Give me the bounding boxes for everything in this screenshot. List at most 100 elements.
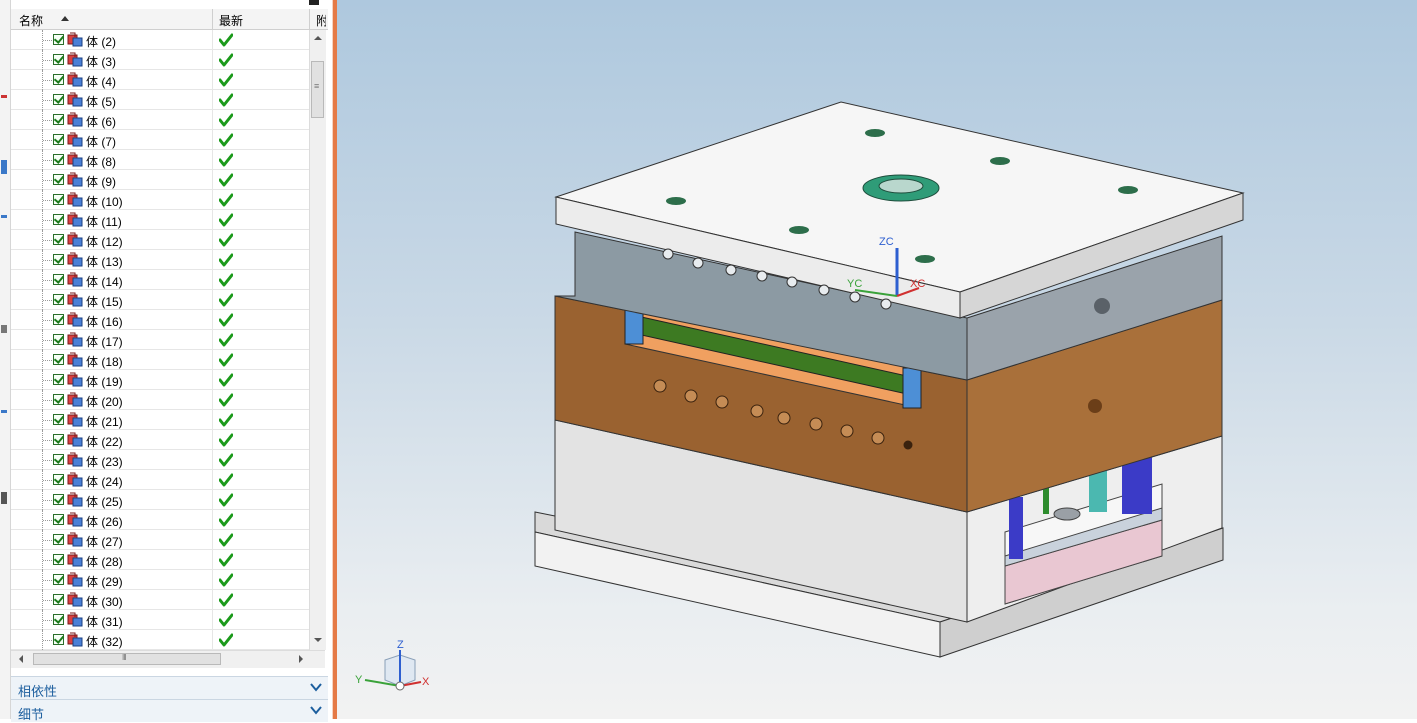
vertical-scrollbar[interactable] (309, 30, 326, 650)
tree-row[interactable]: 体 (23) (11, 450, 309, 470)
tree-row[interactable]: 体 (30) (11, 590, 309, 610)
tree-row[interactable]: 体 (28) (11, 550, 309, 570)
dependencies-section[interactable]: 相依性 (11, 676, 328, 699)
column-separator (212, 270, 213, 290)
column-separator (212, 590, 213, 610)
checkbox-checked-icon[interactable] (53, 374, 64, 385)
horizontal-scrollbar[interactable] (11, 650, 325, 668)
checkbox-checked-icon[interactable] (53, 394, 64, 405)
tree-row-label: 体 (28) (86, 555, 123, 569)
checkbox-checked-icon[interactable] (53, 134, 64, 145)
column-name-header[interactable]: 名称 (19, 12, 43, 29)
checkbox-checked-icon[interactable] (53, 514, 64, 525)
tree-row[interactable]: 体 (2) (11, 30, 309, 50)
checkbox-checked-icon[interactable] (53, 354, 64, 365)
scroll-thumb[interactable] (33, 653, 221, 665)
view-triad-icon[interactable]: Z Y X (355, 639, 430, 691)
checkbox-checked-icon[interactable] (53, 74, 64, 85)
resource-bar-marker (1, 492, 7, 504)
checkbox-checked-icon[interactable] (53, 414, 64, 425)
chevron-down-icon[interactable] (309, 703, 323, 717)
panel-handle[interactable] (309, 0, 319, 5)
tree-row[interactable]: 体 (24) (11, 470, 309, 490)
checkbox-checked-icon[interactable] (53, 634, 64, 645)
graphics-viewport[interactable]: ZC YC XC Z Y X (337, 0, 1417, 719)
tree-row[interactable]: 体 (32) (11, 630, 309, 650)
checkbox-checked-icon[interactable] (53, 254, 64, 265)
scroll-thumb[interactable] (311, 61, 324, 118)
column-latest-header[interactable]: 最新 (219, 12, 243, 29)
tree-row[interactable]: 体 (10) (11, 190, 309, 210)
tree-row[interactable]: 体 (4) (11, 70, 309, 90)
column-separator (212, 370, 213, 390)
scroll-left-icon[interactable] (19, 655, 23, 663)
column-separator[interactable] (309, 9, 310, 29)
column-third-header[interactable]: 附 (316, 12, 326, 29)
tree-row[interactable]: 体 (14) (11, 270, 309, 290)
tree-row[interactable]: 体 (21) (11, 410, 309, 430)
tree-row[interactable]: 体 (25) (11, 490, 309, 510)
checkbox-checked-icon[interactable] (53, 154, 64, 165)
tree-row[interactable]: 体 (19) (11, 370, 309, 390)
checkbox-checked-icon[interactable] (53, 214, 64, 225)
tree-row[interactable]: 体 (18) (11, 350, 309, 370)
tree-row[interactable]: 体 (17) (11, 330, 309, 350)
chevron-down-icon[interactable] (309, 680, 323, 694)
checkbox-checked-icon[interactable] (53, 314, 64, 325)
checkbox-checked-icon[interactable] (53, 454, 64, 465)
tree-row[interactable]: 体 (15) (11, 290, 309, 310)
solid-body-icon (67, 272, 83, 287)
mold-assembly-model[interactable]: ZC YC XC Z Y X (337, 0, 1417, 719)
tree-row[interactable]: 体 (16) (11, 310, 309, 330)
tree-row[interactable]: 体 (27) (11, 530, 309, 550)
tree-connector (43, 640, 52, 642)
tree-row[interactable]: 体 (9) (11, 170, 309, 190)
green-checkmark-icon (219, 253, 233, 267)
solid-body-icon (67, 312, 83, 327)
solid-body-icon (67, 452, 83, 467)
tree-row[interactable]: 体 (13) (11, 250, 309, 270)
tree-row[interactable]: 体 (5) (11, 90, 309, 110)
tree-row[interactable]: 体 (6) (11, 110, 309, 130)
checkbox-checked-icon[interactable] (53, 614, 64, 625)
checkbox-checked-icon[interactable] (53, 294, 64, 305)
column-separator[interactable] (212, 9, 213, 29)
checkbox-checked-icon[interactable] (53, 334, 64, 345)
tree-row[interactable]: 体 (29) (11, 570, 309, 590)
scroll-up-icon[interactable] (314, 36, 322, 40)
checkbox-checked-icon[interactable] (53, 54, 64, 65)
tree-row[interactable]: 体 (11) (11, 210, 309, 230)
tree-row[interactable]: 体 (22) (11, 430, 309, 450)
scroll-right-icon[interactable] (299, 655, 303, 663)
checkbox-checked-icon[interactable] (53, 474, 64, 485)
tree-row[interactable]: 体 (20) (11, 390, 309, 410)
checkbox-checked-icon[interactable] (53, 274, 64, 285)
checkbox-checked-icon[interactable] (53, 494, 64, 505)
green-checkmark-icon (219, 113, 233, 127)
resource-bar-marker (1, 325, 7, 333)
checkbox-checked-icon[interactable] (53, 534, 64, 545)
sort-ascending-icon[interactable] (61, 16, 69, 21)
tree-row[interactable]: 体 (26) (11, 510, 309, 530)
checkbox-checked-icon[interactable] (53, 194, 64, 205)
tree-row[interactable]: 体 (3) (11, 50, 309, 70)
checkbox-checked-icon[interactable] (53, 594, 64, 605)
checkbox-checked-icon[interactable] (53, 174, 64, 185)
tree-row[interactable]: 体 (8) (11, 150, 309, 170)
slider-block (902, 367, 922, 409)
checkbox-checked-icon[interactable] (53, 234, 64, 245)
checkbox-checked-icon[interactable] (53, 94, 64, 105)
cooling-port (1094, 298, 1110, 314)
checkbox-checked-icon[interactable] (53, 434, 64, 445)
green-checkmark-icon (219, 73, 233, 87)
tree-connector (43, 540, 52, 542)
checkbox-checked-icon[interactable] (53, 34, 64, 45)
tree-row[interactable]: 体 (12) (11, 230, 309, 250)
scroll-down-icon[interactable] (314, 638, 322, 642)
tree-row[interactable]: 体 (31) (11, 610, 309, 630)
checkbox-checked-icon[interactable] (53, 574, 64, 585)
resource-bar-tab[interactable] (1, 160, 7, 174)
checkbox-checked-icon[interactable] (53, 114, 64, 125)
tree-row[interactable]: 体 (7) (11, 130, 309, 150)
checkbox-checked-icon[interactable] (53, 554, 64, 565)
